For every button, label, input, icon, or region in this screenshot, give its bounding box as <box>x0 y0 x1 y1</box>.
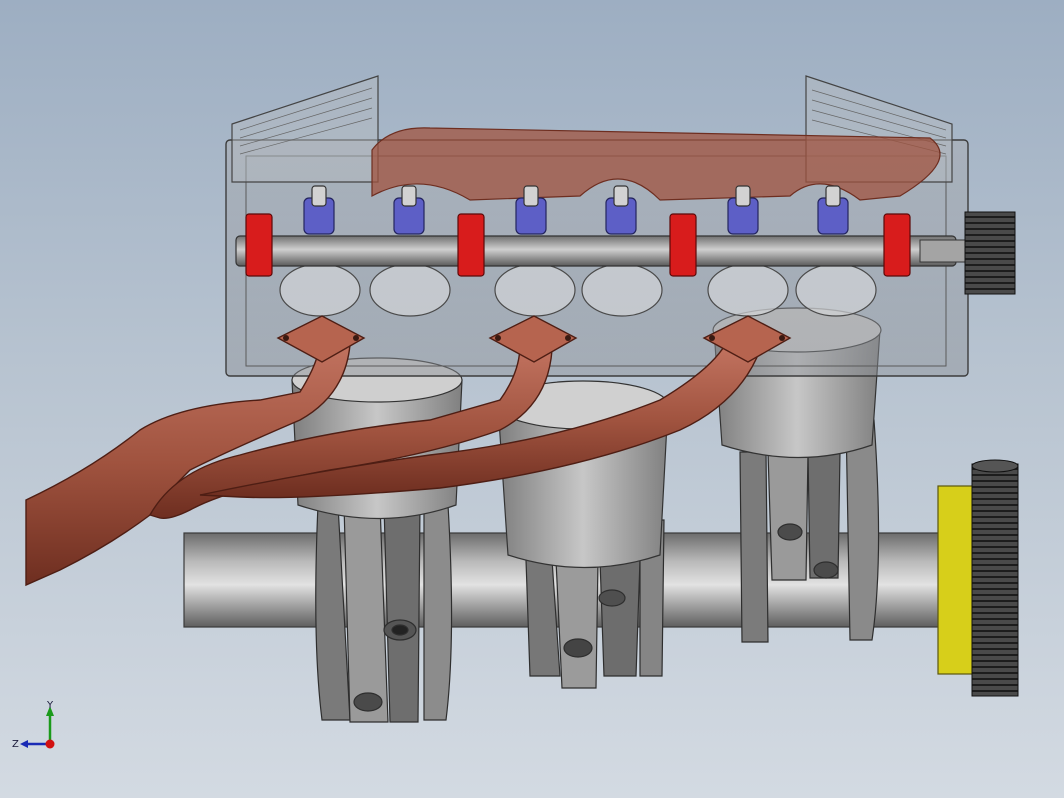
cam-pulley[interactable] <box>964 211 1016 295</box>
crank-timing-pulley[interactable] <box>937 459 1019 697</box>
engine-model-view[interactable]: Y Z <box>0 0 1064 798</box>
intake-manifold[interactable] <box>371 127 941 201</box>
triad-y-label: Y <box>46 700 54 711</box>
graphics-viewport[interactable]: Y Z <box>0 0 1064 798</box>
triad-z-label: Z <box>12 739 19 750</box>
view-triad-icon: Y Z <box>12 700 55 750</box>
